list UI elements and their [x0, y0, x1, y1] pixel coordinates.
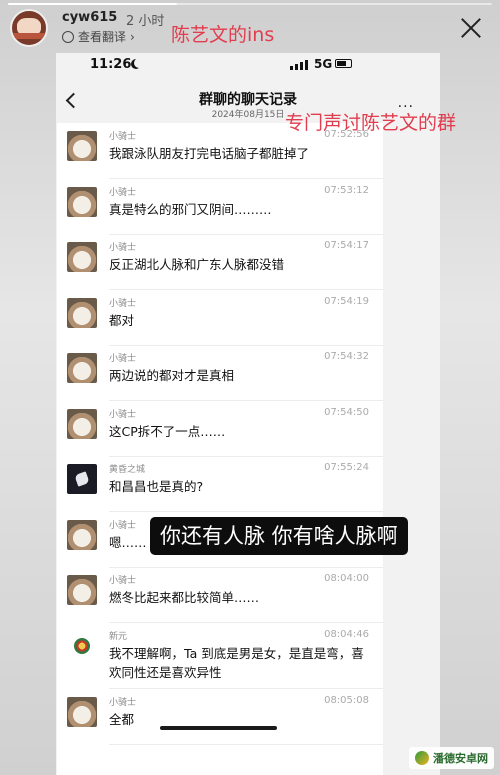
story-progress-bar: [8, 3, 492, 5]
message-text: 真是特么的邪门又阴间………: [109, 201, 272, 217]
username[interactable]: cyw615: [62, 10, 117, 25]
sender-avatar[interactable]: [67, 464, 97, 494]
message-text: 我不理解啊，Ta 到底是男是女，是直是弯，喜欢同性还是喜欢异性: [109, 645, 364, 680]
nav-title: 群聊的聊天记录: [199, 92, 297, 108]
sender-avatar[interactable]: [67, 186, 97, 217]
story-progress-fill: [8, 3, 178, 5]
chat-message[interactable]: 小骑士 08:04:00 燃冬比起来都比较简单……: [57, 567, 383, 623]
sender-name: 小骑士: [109, 298, 137, 309]
sender-avatar[interactable]: [67, 353, 97, 383]
chat-message[interactable]: 小骑士 07:54:17 反正湖北人脉和广东人脉都没错: [57, 234, 383, 290]
caption-group: 专门声讨陈艺文的群: [285, 112, 457, 134]
status-time: 11:26: [90, 57, 132, 72]
translate-link[interactable]: 查看翻译 ›: [62, 28, 135, 45]
watermark-text: 潘德安卓网: [433, 752, 488, 765]
chat-message[interactable]: 新元 08:04:46 我不理解啊，Ta 到底是男是女，是直是弯，喜欢同性还是喜欢异…: [57, 623, 383, 689]
sender-avatar[interactable]: [67, 297, 97, 328]
moon-icon: [134, 58, 144, 68]
sender-avatar[interactable]: [67, 697, 97, 727]
chat-message[interactable]: 小骑士 07:54:32 两边说的都对才是真相: [57, 345, 383, 401]
message-text: 这CP拆不了一点……: [109, 423, 226, 439]
message-text: 我跟泳队朋友打完电话脑子都脏掉了: [109, 146, 310, 161]
message-time: 07:54:32: [324, 351, 369, 362]
sender-name: 小骑士: [109, 354, 137, 364]
chat-message[interactable]: 小骑士 08:05:08 全都: [57, 689, 383, 745]
message-time: 07:54:19: [324, 295, 369, 307]
chat-message[interactable]: 小骑士 07:54:19 都对: [57, 290, 383, 346]
sender-avatar[interactable]: [67, 630, 97, 661]
message-divider: [109, 744, 383, 745]
message-time: 08:04:00: [324, 573, 369, 584]
message-time: 07:54:50: [324, 406, 369, 418]
chat-record-card: 小骑士 07:52:56 我跟泳队朋友打完电话脑子都脏掉了 小骑士 07:53:12 真是…: [57, 123, 383, 775]
message-time: 07:53:12: [324, 184, 369, 196]
chat-message[interactable]: 小骑士 07:54:50 这CP拆不了一点……: [57, 401, 383, 457]
message-text: 两边说的都对才是真相: [109, 368, 235, 383]
sender-name: 小骑士: [109, 576, 137, 586]
post-time: 2 小时: [126, 14, 165, 29]
message-text: 反正湖北人脉和广东人脉都没错: [109, 257, 285, 272]
message-text: 燃冬比起来都比较简单……: [109, 590, 260, 605]
sender-name: 小骑士: [109, 520, 137, 531]
signal-icon: [290, 60, 308, 70]
overlay-caption: 你还有人脉 你有啥人脉啊: [150, 517, 408, 555]
sender-name: 小骑士: [109, 187, 137, 198]
sender-avatar[interactable]: [67, 408, 97, 439]
chat-message[interactable]: 小骑士 07:53:12 真是特么的邪门又阴间………: [57, 179, 383, 235]
message-text: 和昌昌也是真的?: [109, 479, 204, 494]
sender-avatar[interactable]: [67, 131, 97, 161]
battery-icon: [335, 59, 352, 68]
chat-message[interactable]: 黄昏之城 07:55:24 和昌昌也是真的?: [57, 456, 383, 512]
close-icon[interactable]: [456, 14, 484, 42]
user-avatar[interactable]: [10, 9, 48, 47]
status-bar: 11:26 5G: [56, 53, 440, 77]
network-label: 5G: [314, 57, 333, 71]
message-text: 都对: [109, 312, 135, 328]
chevron-right-icon: ›: [130, 29, 135, 44]
sender-name: 小骑士: [109, 698, 137, 708]
sender-name: 新元: [109, 631, 128, 642]
sender-avatar[interactable]: [67, 242, 97, 272]
home-indicator: [160, 726, 277, 730]
message-time: 07:54:17: [324, 240, 369, 251]
sender-name: 小骑士: [109, 243, 137, 253]
translate-label: 查看翻译: [78, 30, 127, 44]
globe-icon: [62, 30, 74, 43]
sender-avatar[interactable]: [67, 519, 97, 550]
message-time: 07:55:24: [324, 462, 369, 473]
message-time: 08:05:08: [324, 695, 369, 706]
caption-ins: 陈艺文的ins: [171, 24, 275, 46]
message-time: 08:04:46: [324, 628, 369, 640]
phone-screenshot: 11:26 5G 群聊的聊天记录 2024年08月15日 ··· 小骑士 07:5…: [56, 53, 440, 775]
sender-name: 小骑士: [109, 132, 137, 142]
sender-name: 小骑士: [109, 409, 137, 420]
watermark: 潘德安卓网: [409, 747, 494, 769]
sender-name: 黄昏之城: [109, 465, 146, 475]
sender-avatar[interactable]: [67, 575, 97, 605]
watermark-logo-icon: [415, 751, 429, 765]
